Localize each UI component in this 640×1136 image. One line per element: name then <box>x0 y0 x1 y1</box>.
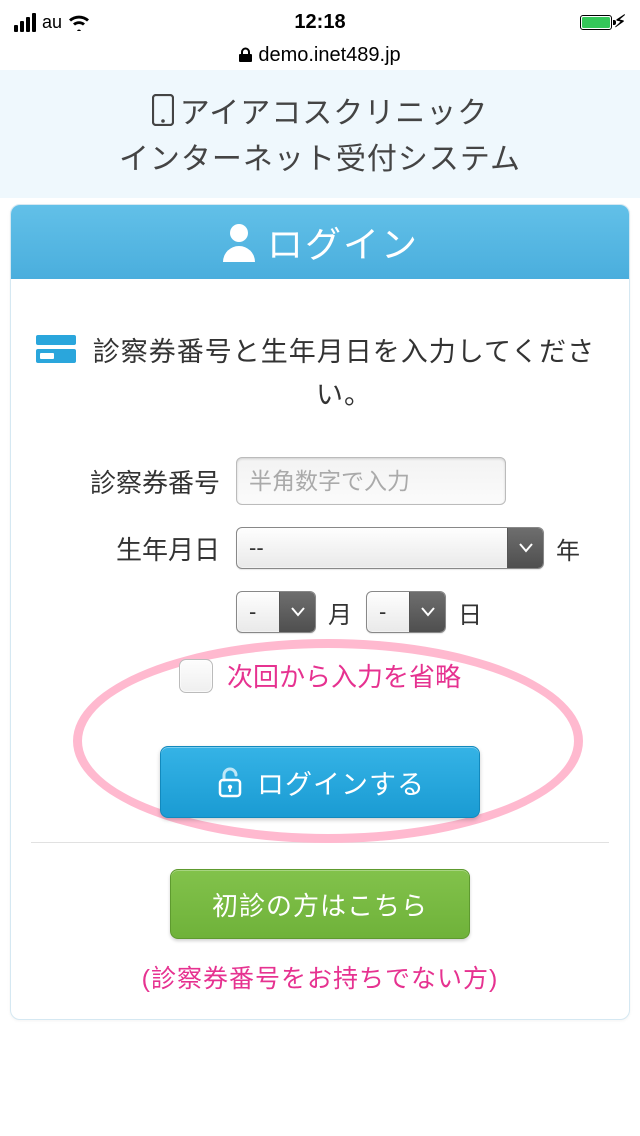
day-select[interactable]: - <box>366 591 446 633</box>
remember-checkbox[interactable] <box>179 659 213 693</box>
month-select-value: - <box>249 599 279 625</box>
status-time: 12:18 <box>294 11 345 34</box>
url-bar[interactable]: demo.inet489.jp <box>0 40 640 70</box>
login-card: ログイン 診察券番号と生年月日を入力してください。 診察券番号 生年月日 <box>10 204 630 1020</box>
chevron-down-icon <box>279 592 315 632</box>
year-select-value: -- <box>249 535 507 561</box>
chevron-down-icon <box>507 528 543 568</box>
chevron-down-icon <box>409 592 445 632</box>
id-card-icon <box>36 335 76 363</box>
login-button[interactable]: ログインする <box>160 746 480 818</box>
carrier-label: au <box>42 12 62 33</box>
page-subtitle: インターネット受付システム <box>0 134 640 178</box>
clinic-name: アイアコスクリニック <box>180 88 489 132</box>
signal-icon <box>14 13 36 32</box>
divider <box>31 842 609 843</box>
birth-label: 生年月日 <box>31 530 236 567</box>
remember-label: 次回から入力を省略 <box>227 657 461 694</box>
person-icon <box>221 222 257 262</box>
year-unit: 年 <box>556 531 580 566</box>
lock-icon <box>239 47 252 63</box>
first-visit-button-label: 初診の方はこちら <box>212 886 428 923</box>
first-visit-button[interactable]: 初診の方はこちら <box>170 869 470 939</box>
year-select[interactable]: -- <box>236 527 544 569</box>
instruction-text: 診察券番号と生年月日を入力してください。 <box>84 331 604 417</box>
status-left: au <box>14 12 90 33</box>
status-right: ⚡︎ <box>580 12 626 32</box>
page-header: アイアコスクリニック インターネット受付システム <box>0 70 640 198</box>
status-bar: au 12:18 ⚡︎ <box>0 0 640 40</box>
month-unit: 月 <box>328 595 352 630</box>
card-title: ログイン <box>267 216 419 268</box>
card-number-label: 診察券番号 <box>31 463 236 500</box>
wifi-icon <box>68 13 90 31</box>
smartphone-icon <box>152 94 174 126</box>
month-select[interactable]: - <box>236 591 316 633</box>
battery-icon <box>580 15 612 30</box>
day-unit: 日 <box>458 595 482 630</box>
lock-open-icon <box>215 766 245 798</box>
first-visit-note: (診察券番号をお持ちでない方) <box>31 959 609 995</box>
day-select-value: - <box>379 599 409 625</box>
card-header: ログイン <box>11 205 629 279</box>
login-button-label: ログインする <box>257 763 425 802</box>
card-number-input[interactable] <box>236 457 506 505</box>
url-text: demo.inet489.jp <box>258 44 400 67</box>
